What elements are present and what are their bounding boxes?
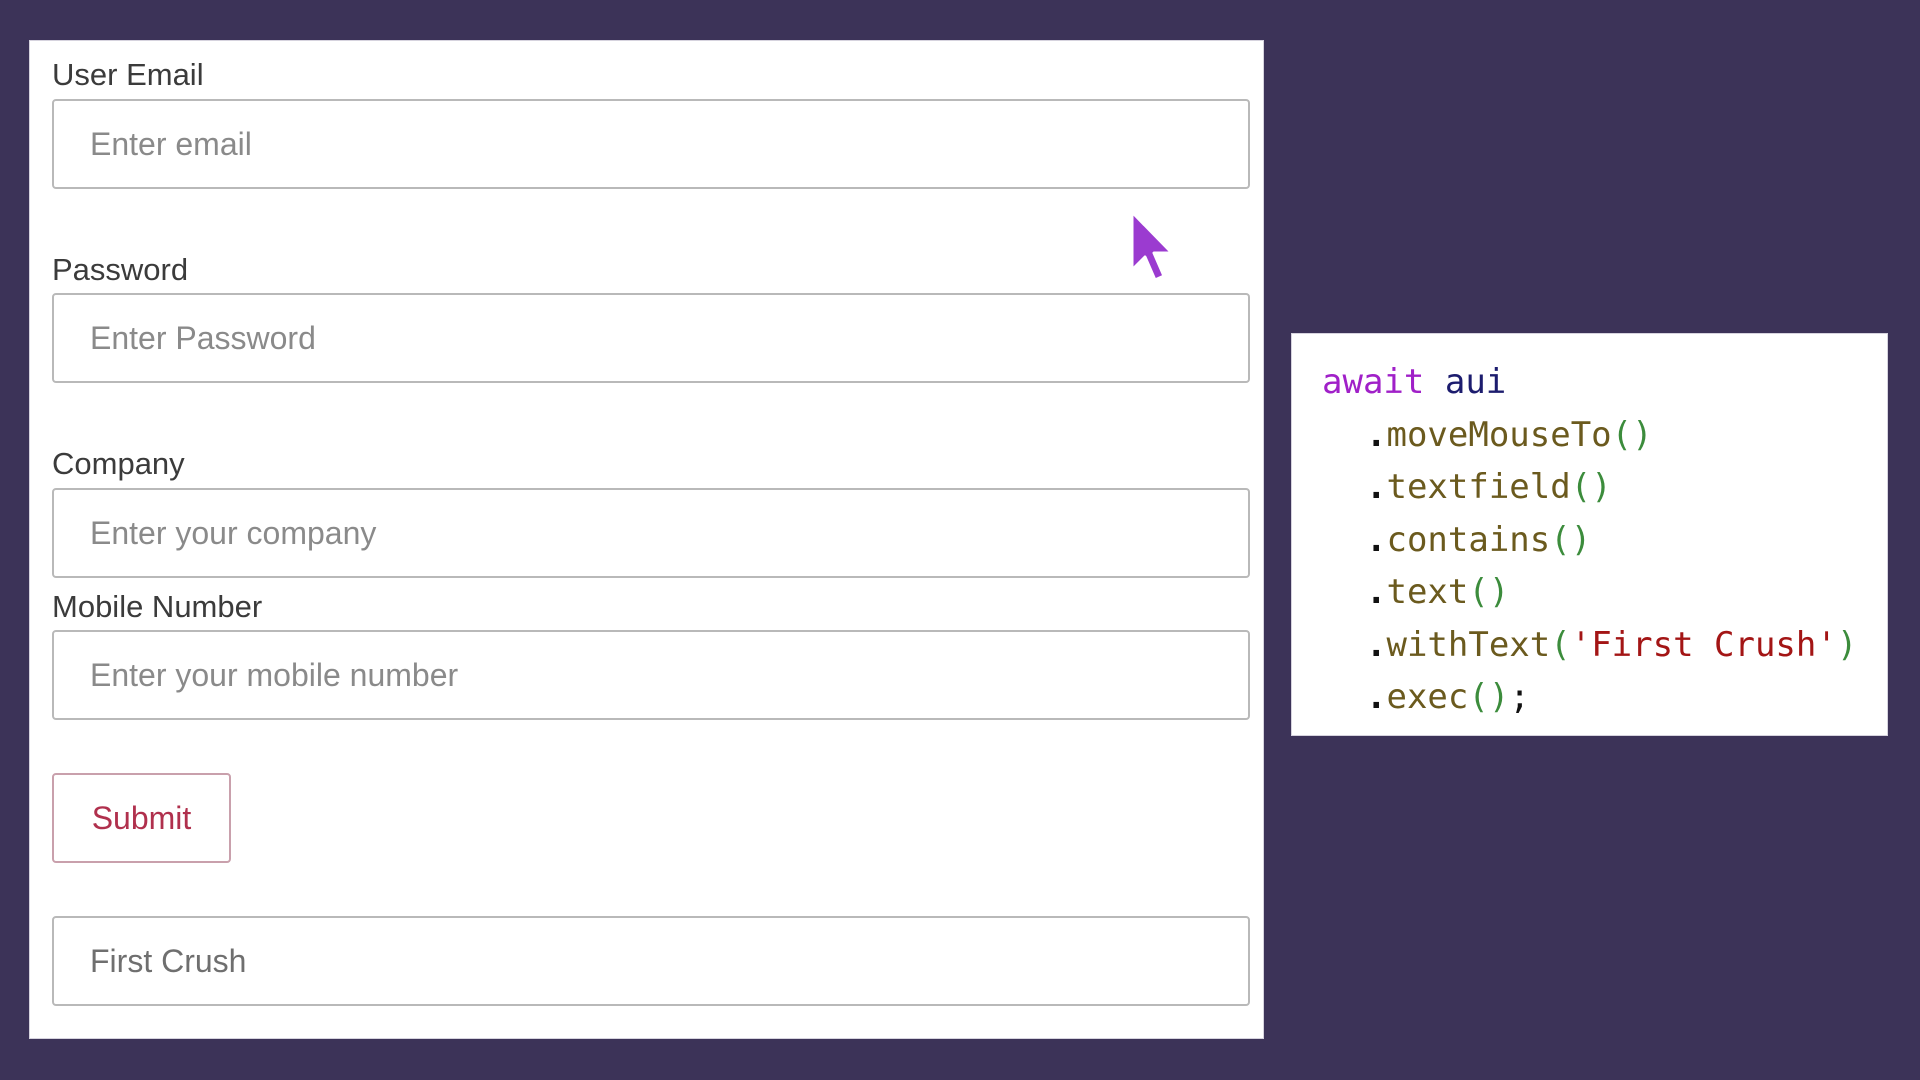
mobile-number-label: Mobile Number [52, 589, 263, 624]
company-label: Company [52, 446, 185, 481]
code-string-arg: 'First Crush' [1570, 624, 1837, 665]
code-method-textfield: textfield [1386, 467, 1571, 507]
code-line-exec: .exec(); [1366, 677, 1530, 717]
code-line-contains: .contains() [1366, 519, 1592, 560]
code-line-with-text: .withText('First Crush') [1366, 624, 1858, 665]
code-method-contains: contains [1386, 519, 1551, 560]
code-method-move-mouse: moveMouseTo [1386, 414, 1612, 455]
code-method-text: text [1386, 572, 1469, 612]
code-line-textfield: .textfield() [1366, 467, 1612, 507]
code-line-move-mouse: .moveMouseTo() [1366, 414, 1653, 455]
form-card: User Email Password Company Mobile Numbe… [29, 40, 1264, 1039]
company-input[interactable] [52, 488, 1250, 578]
mouse-pointer-icon [1130, 210, 1174, 282]
screen: User Email Password Company Mobile Numbe… [0, 0, 1920, 1080]
user-email-label: User Email [52, 57, 204, 92]
code-line-await: await aui [1322, 356, 1887, 409]
result-text: First Crush [90, 942, 247, 979]
user-email-input[interactable] [52, 99, 1250, 189]
code-keyword: await [1322, 362, 1425, 402]
code-panel: await aui .moveMouseTo() .textfield() .c… [1291, 333, 1888, 736]
code-terminator: ; [1509, 677, 1530, 717]
result-field[interactable]: First Crush [52, 916, 1250, 1006]
mobile-number-input[interactable] [52, 630, 1250, 720]
code-object: aui [1444, 362, 1507, 402]
password-input[interactable] [52, 293, 1250, 383]
code-line-text: .text() [1366, 572, 1510, 612]
code-method-with-text: withText [1386, 624, 1551, 665]
code-method-exec: exec [1386, 677, 1469, 717]
submit-button[interactable]: Submit [52, 773, 231, 863]
password-label: Password [52, 252, 189, 287]
